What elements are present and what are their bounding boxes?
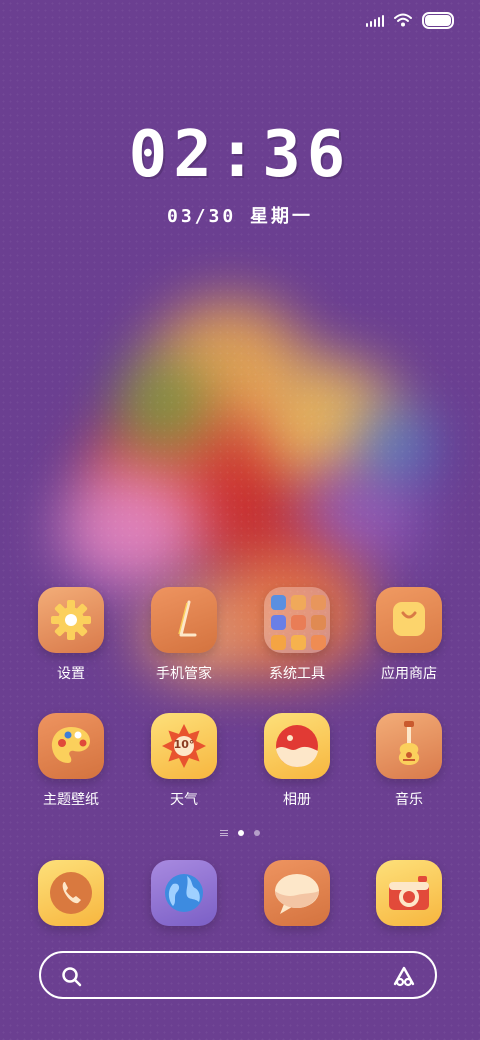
phone-icon xyxy=(50,872,92,914)
gear-icon xyxy=(38,587,104,653)
search-bar[interactable] xyxy=(39,951,437,999)
folder-icon xyxy=(264,587,330,653)
browser-globe-icon xyxy=(165,874,203,912)
phone-manager-icon xyxy=(151,587,217,653)
status-bar xyxy=(366,10,454,30)
clock-date[interactable]: 03/30 星期一 xyxy=(0,202,480,228)
messages-icon xyxy=(275,874,319,914)
weather-sun-icon: 10° xyxy=(151,713,217,779)
weather-temp: 10° xyxy=(173,738,195,751)
app-gallery[interactable]: 相册 xyxy=(247,713,347,809)
guitar-icon xyxy=(376,713,442,779)
dock-phone[interactable] xyxy=(38,860,104,926)
assistant-icon[interactable] xyxy=(391,964,417,988)
cellular-signal-icon xyxy=(366,13,384,27)
dock-camera[interactable] xyxy=(376,860,442,926)
app-folder-system-tools[interactable]: 系统工具 xyxy=(247,587,347,683)
battery-icon xyxy=(422,11,454,29)
app-label: 系统工具 xyxy=(269,666,325,682)
page-indicator[interactable] xyxy=(0,830,480,836)
app-settings[interactable]: 设置 xyxy=(21,587,121,683)
dock-browser[interactable] xyxy=(151,860,217,926)
app-label: 应用商店 xyxy=(381,666,437,682)
page-dot-active xyxy=(238,830,244,836)
palette-icon xyxy=(38,713,104,779)
app-store[interactable]: 应用商店 xyxy=(359,587,459,683)
page-dot xyxy=(254,830,260,836)
app-label: 相册 xyxy=(283,792,311,808)
shopping-bag-icon xyxy=(376,587,442,653)
wifi-icon xyxy=(394,13,412,27)
search-icon[interactable] xyxy=(61,966,83,988)
search-input[interactable] xyxy=(97,963,381,989)
app-weather[interactable]: 10° 天气 xyxy=(134,713,234,809)
clock-time[interactable]: 02:36 xyxy=(0,118,480,192)
app-label: 主题壁纸 xyxy=(43,792,99,808)
app-music[interactable]: 音乐 xyxy=(359,713,459,809)
dock-messages[interactable] xyxy=(264,860,330,926)
app-label: 设置 xyxy=(57,666,85,682)
app-label: 音乐 xyxy=(395,792,423,808)
camera-icon xyxy=(389,876,429,910)
app-label: 天气 xyxy=(170,792,198,808)
gallery-icon xyxy=(264,713,330,779)
app-themes[interactable]: 主题壁纸 xyxy=(21,713,121,809)
page-list-icon xyxy=(220,830,228,836)
app-label: 手机管家 xyxy=(156,666,212,682)
app-phone-manager[interactable]: 手机管家 xyxy=(134,587,234,683)
